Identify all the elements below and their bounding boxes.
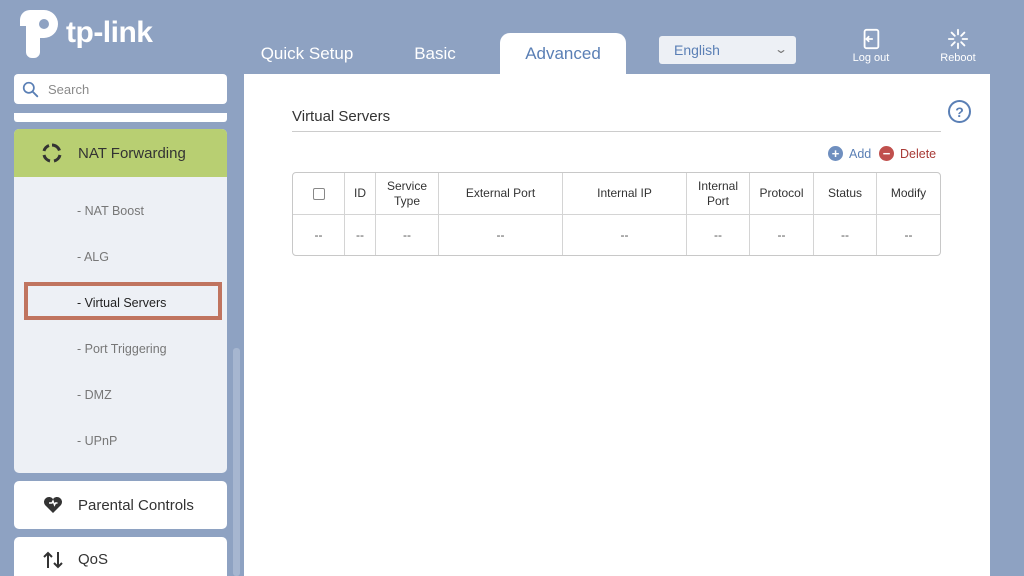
title-divider (292, 131, 941, 132)
tab-advanced[interactable]: Advanced (500, 33, 626, 74)
minus-icon: − (879, 146, 894, 161)
parental-controls-label: Parental Controls (78, 496, 194, 514)
column-header: External Port (439, 173, 563, 215)
virtual-servers-highlight (24, 282, 222, 320)
language-value: English (674, 42, 720, 58)
qos-label: QoS (78, 551, 109, 568)
table-header-row: ID Service Type External Port Internal I… (293, 173, 940, 215)
search-icon (22, 81, 39, 97)
sidebar-item-alg[interactable]: - ALG (77, 250, 109, 264)
help-icon[interactable]: ? (948, 100, 971, 123)
sidebar-item-qos[interactable]: QoS (14, 537, 227, 576)
delete-label: Delete (900, 146, 937, 161)
logout-icon (863, 28, 880, 50)
add-button[interactable]: + Add (828, 146, 871, 161)
table-cell: -- (293, 215, 345, 255)
search-input[interactable]: Search (14, 74, 227, 104)
reboot-label: Reboot (940, 52, 976, 64)
table-cell: -- (439, 215, 563, 255)
add-label: Add (849, 146, 872, 161)
table-cell: -- (687, 215, 750, 255)
search-placeholder: Search (48, 81, 90, 97)
table-cell: -- (345, 215, 376, 255)
tab-quick-setup[interactable]: Quick Setup (247, 33, 367, 74)
reboot-button[interactable]: Reboot (933, 28, 983, 64)
language-select[interactable]: English ⌄ (659, 36, 796, 64)
column-header: Service Type (376, 173, 439, 215)
chevron-down-icon: ⌄ (773, 42, 789, 56)
select-all-column (293, 173, 345, 215)
column-header: Internal Port (687, 173, 750, 215)
table-cell: -- (814, 215, 877, 255)
sidebar-scrollbar[interactable] (233, 348, 240, 576)
column-header: Internal IP (563, 173, 687, 215)
nat-forwarding-icon (42, 143, 62, 163)
plus-icon: + (828, 146, 843, 161)
sidebar-item-nat-forwarding[interactable]: NAT Forwarding (14, 129, 227, 177)
table-cell: -- (750, 215, 814, 255)
brand-name: tp-link (66, 16, 153, 49)
column-header: Status (814, 173, 877, 215)
sidebar-item-dmz[interactable]: - DMZ (77, 388, 112, 402)
column-header: Modify (877, 173, 940, 215)
select-all-checkbox[interactable] (312, 188, 325, 201)
table-cell: -- (563, 215, 687, 255)
logout-button[interactable]: Log out (846, 28, 896, 64)
virtual-servers-table: ID Service Type External Port Internal I… (292, 172, 941, 256)
nat-forwarding-label: NAT Forwarding (78, 144, 186, 162)
sidebar-previous-item (14, 113, 227, 122)
delete-button[interactable]: − Delete (879, 146, 936, 161)
page-title: Virtual Servers (292, 108, 391, 125)
table-cell: -- (376, 215, 439, 255)
table-row: -- -- -- -- -- -- -- -- -- (293, 215, 940, 255)
reboot-icon (947, 28, 969, 50)
table-cell: -- (904, 228, 913, 242)
up-down-arrows-icon (43, 551, 63, 568)
sidebar-item-nat-boost[interactable]: - NAT Boost (77, 204, 144, 218)
tab-basic[interactable]: Basic (375, 33, 495, 74)
sidebar-item-upnp[interactable]: - UPnP (77, 434, 117, 448)
heart-icon (44, 497, 62, 513)
column-header: ID (345, 173, 376, 215)
tp-link-logo-icon (20, 10, 58, 58)
tp-link-logo: tp-link (14, 8, 153, 58)
sidebar-item-parental-controls[interactable]: Parental Controls (14, 481, 227, 529)
column-header: Protocol (750, 173, 814, 215)
sidebar-item-port-triggering[interactable]: - Port Triggering (77, 342, 167, 356)
logout-label: Log out (852, 52, 890, 64)
